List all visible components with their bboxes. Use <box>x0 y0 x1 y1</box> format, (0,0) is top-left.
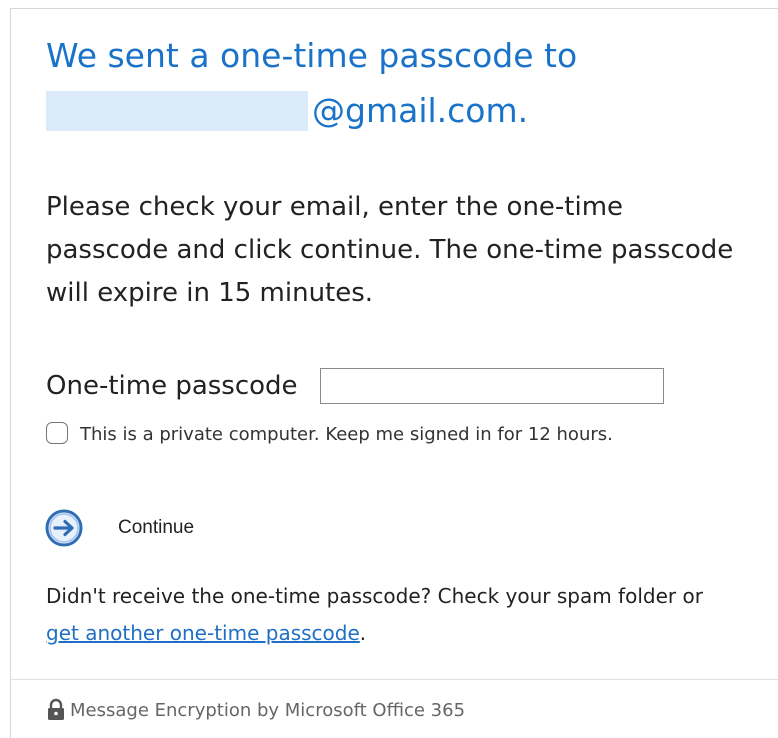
email-suffix: @gmail.com. <box>312 91 529 130</box>
continue-button[interactable]: Continue <box>44 508 194 548</box>
page-title: We sent a one-time passcode to @gmail.co… <box>46 28 746 138</box>
footer: Message Encryption by Microsoft Office 3… <box>46 698 465 722</box>
keep-signed-in-label[interactable]: This is a private computer. Keep me sign… <box>80 420 700 450</box>
page-title-line2: @gmail.com. <box>46 83 746 138</box>
help-text-body: Didn't receive the one-time passcode? Ch… <box>46 584 703 608</box>
lock-icon <box>48 698 64 720</box>
continue-label[interactable]: Continue <box>118 517 194 539</box>
passcode-input[interactable] <box>319 368 664 404</box>
passcode-row: One-time passcode <box>46 368 664 404</box>
footer-divider <box>10 679 778 680</box>
redacted-email-block <box>46 90 308 131</box>
resend-passcode-link[interactable]: get another one-time passcode <box>46 621 360 645</box>
footer-text: Message Encryption by Microsoft Office 3… <box>70 699 466 721</box>
help-text: Didn't receive the one-time passcode? Ch… <box>46 578 736 652</box>
help-text-suffix: . <box>359 621 367 645</box>
passcode-label: One-time passcode <box>46 371 298 401</box>
arrow-right-circle-icon[interactable] <box>44 508 84 548</box>
instructions-text: Please check your email, enter the one-t… <box>46 192 734 308</box>
keep-signed-in-checkbox[interactable] <box>46 422 68 444</box>
keep-signed-in-row: This is a private computer. Keep me sign… <box>46 420 726 450</box>
page-title-line1: We sent a one-time passcode to <box>46 36 578 75</box>
